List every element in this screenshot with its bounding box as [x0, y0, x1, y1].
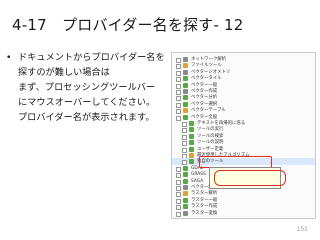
- page-number: 151: [296, 226, 308, 233]
- tool-group-icon: [183, 191, 188, 197]
- tool-group-icon: [183, 197, 188, 203]
- tool-group-icon: [189, 146, 194, 152]
- bullet-list: • ドキュメントからプロバイダー名を 探すのが難しい場合は まず、プロセッシング…: [6, 50, 165, 125]
- bullet-line-3: まず、プロセッシングツールバー: [18, 82, 156, 93]
- toolbox-tree-row[interactable]: ラスター変換: [172, 210, 315, 217]
- tool-group-icon: [183, 210, 188, 216]
- tooltip-highlight-ring: [214, 170, 286, 186]
- tool-group-icon: [189, 121, 194, 126]
- tool-group-icon: [183, 204, 188, 210]
- tool-group-icon: [189, 153, 194, 158]
- tool-group-icon: [189, 159, 194, 165]
- bullet-text: ドキュメントからプロバイダー名を 探すのが難しい場合は まず、プロセッシングツー…: [18, 50, 165, 125]
- tool-group-icon: [183, 89, 188, 94]
- tool-group-icon: [183, 101, 188, 107]
- tree-row-label: ラスター変換: [191, 210, 218, 216]
- tool-group-icon: [183, 108, 188, 114]
- tool-group-icon: [189, 127, 194, 133]
- slide-title: 4-17 プロバイダー名を探す- 12: [12, 16, 244, 34]
- processing-toolbox-screenshot: ネットワーク解析 ファイルツール ベクタージオメトリ ベクタータイル ベクター一般 ベクタ…: [171, 52, 316, 219]
- bullet-marker: •: [6, 52, 12, 63]
- tool-group-icon: [189, 133, 194, 139]
- tool-group-icon: [183, 63, 188, 69]
- bullet-line-2: 探すのが難しい場合は: [18, 67, 110, 78]
- tool-group-icon: [183, 165, 188, 171]
- bullet-line-4: にマウスオーバーしてください。: [18, 97, 156, 108]
- bullet-line-1: ドキュメントからプロバイダー名を: [18, 52, 165, 63]
- tool-group-icon: [183, 172, 188, 178]
- tool-group-icon: [183, 76, 188, 82]
- tool-group-icon: [183, 178, 188, 184]
- tool-group-icon: [183, 185, 188, 190]
- tool-group-icon: [183, 82, 188, 88]
- tool-group-icon: [183, 57, 188, 62]
- tool-group-icon: [183, 114, 188, 120]
- bullet-line-5: プロバイダー名が表示されます。: [18, 112, 155, 123]
- tool-group-icon: [189, 140, 194, 146]
- tool-group-icon: [183, 95, 188, 101]
- expand-toggle-icon[interactable]: [176, 211, 181, 217]
- tool-group-icon: [183, 69, 188, 75]
